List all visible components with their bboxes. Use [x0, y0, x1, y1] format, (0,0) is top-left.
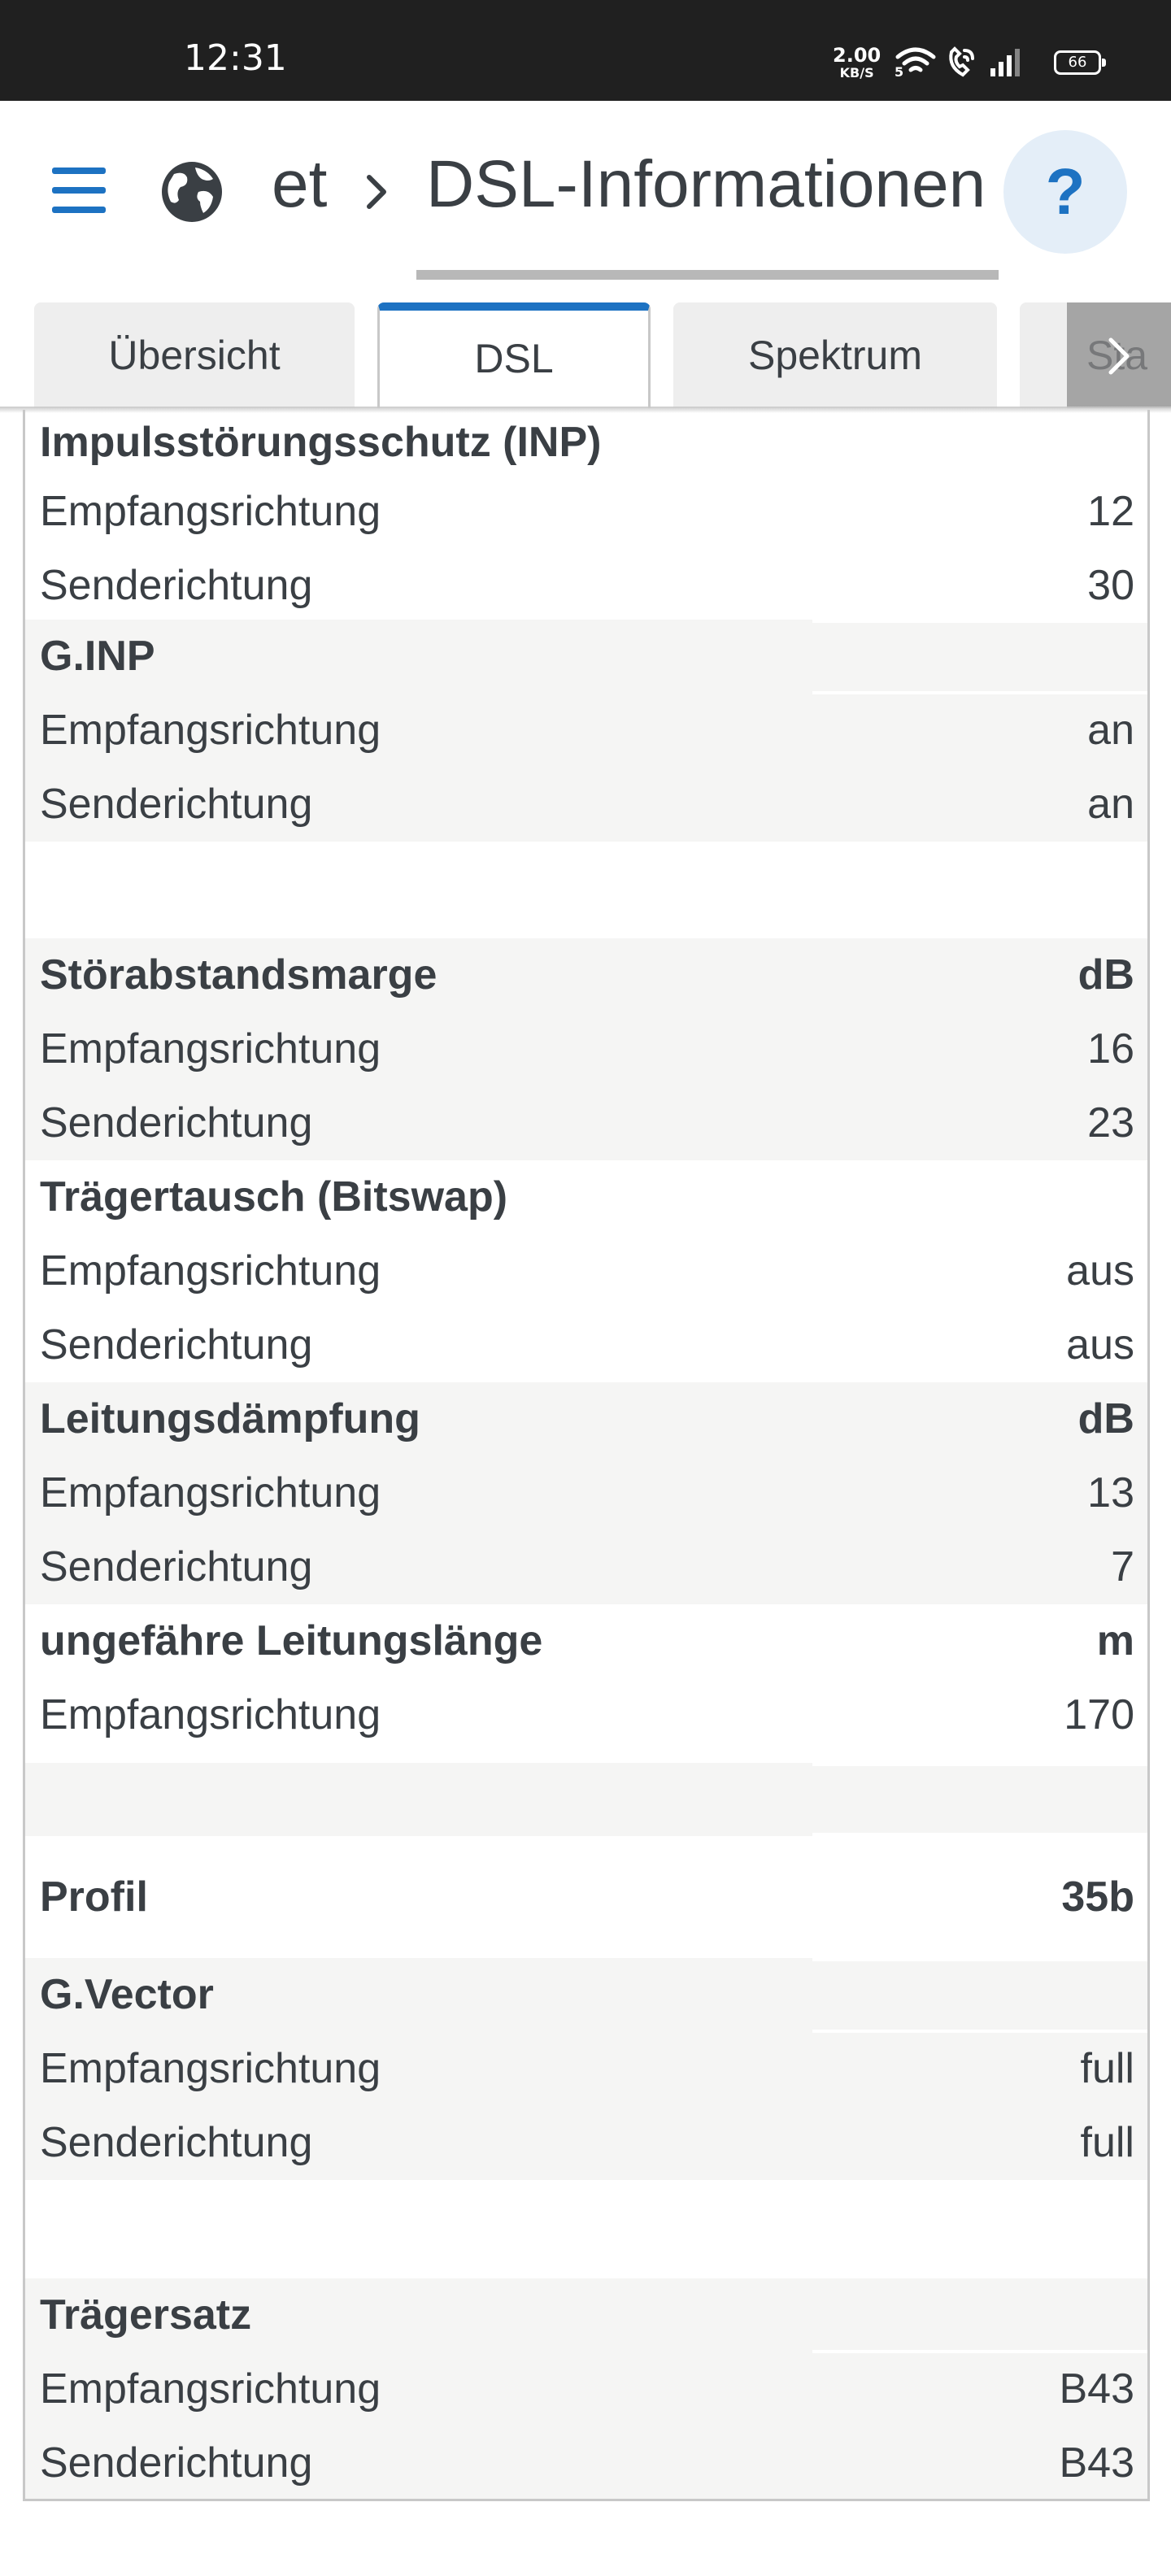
table-row: Senderichtung aus: [25, 1308, 1147, 1382]
wifi-calling-icon: [949, 46, 974, 77]
row-label: Empfangsrichtung: [40, 2045, 381, 2092]
section-title: ungefähre Leitungslänge: [40, 1617, 543, 1664]
table-row: Empfangsrichtung 16: [25, 1012, 1147, 1086]
divider: [812, 1833, 1147, 1836]
section-header-line-length: ungefähre Leitungslänge m: [25, 1604, 1147, 1678]
row-label: Senderichtung: [40, 1543, 313, 1590]
tab-dsl[interactable]: DSL: [377, 302, 651, 408]
tab-scroll-right-button[interactable]: [1067, 302, 1171, 408]
section-title: Trägersatz: [40, 2291, 252, 2339]
dsl-info-table: Impulsstörungsschutz (INP) Empfangsricht…: [23, 410, 1150, 2501]
globe-icon[interactable]: [159, 159, 224, 224]
row-value: B43: [1059, 2365, 1134, 2413]
row-label: Empfangsrichtung: [40, 2365, 381, 2413]
table-row: Senderichtung 23: [25, 1086, 1147, 1160]
signal-icon: [990, 49, 1020, 76]
divider: [812, 2350, 1147, 2353]
row-value: 13: [1087, 1469, 1134, 1516]
section-title: G.Vector: [40, 1971, 214, 2018]
row-label: Empfangsrichtung: [40, 1025, 381, 1073]
row-label: Senderichtung: [40, 2439, 313, 2487]
spacer-row: [25, 1763, 1147, 1836]
row-value: 16: [1087, 1025, 1134, 1073]
row-value: 170: [1064, 1691, 1134, 1738]
row-label: Senderichtung: [40, 1099, 313, 1147]
section-title: G.INP: [40, 633, 155, 680]
table-row: Empfangsrichtung 170: [25, 1678, 1147, 1752]
page-title: DSL-Informationen: [426, 147, 986, 221]
status-bar: 12:31 2.00 KB/S 5 66: [0, 0, 1171, 101]
table-row: Senderichtung full: [25, 2106, 1147, 2180]
section-header-profile: Profil 35b: [25, 1860, 1147, 1934]
section-header-inp: Impulsstörungsschutz (INP): [25, 410, 1147, 475]
table-row: Senderichtung B43: [25, 2426, 1147, 2499]
divider: [812, 691, 1147, 694]
row-value: 7: [1111, 1543, 1134, 1590]
battery-icon: 66: [1054, 50, 1106, 75]
row-value: 12: [1087, 488, 1134, 535]
network-speed: 2.00 KB/S: [833, 46, 881, 80]
network-speed-value: 2.00: [833, 44, 882, 67]
tab-bar: Übersicht DSL Spektrum Sta: [0, 301, 1171, 410]
section-header-gvector: G.Vector: [25, 1958, 1147, 2032]
breadcrumb-root[interactable]: et: [272, 151, 327, 218]
table-row: Empfangsrichtung full: [25, 2032, 1147, 2106]
network-speed-unit: KB/S: [839, 65, 874, 80]
row-label: Empfangsrichtung: [40, 1691, 381, 1738]
section-unit: dB: [1077, 951, 1134, 999]
section-header-attenuation: Leitungsdämpfung dB: [25, 1382, 1147, 1456]
row-label: Senderichtung: [40, 2119, 313, 2166]
section-header-ginp: G.INP: [25, 620, 1147, 694]
section-title: Impulsstörungsschutz (INP): [40, 419, 602, 466]
row-label: Senderichtung: [40, 781, 313, 828]
section-header-carrier-set: Trägersatz: [25, 2278, 1147, 2352]
row-label: Empfangsrichtung: [40, 707, 381, 754]
divider: [812, 1763, 1147, 1766]
row-label: Senderichtung: [40, 1321, 313, 1368]
row-label: Empfangsrichtung: [40, 1247, 381, 1295]
section-title: Trägertausch (Bitswap): [40, 1173, 508, 1221]
status-time: 12:31: [184, 37, 287, 79]
table-row: Empfangsrichtung 13: [25, 1456, 1147, 1530]
row-value: aus: [1066, 1247, 1134, 1295]
row-value: an: [1087, 707, 1134, 754]
row-label: Empfangsrichtung: [40, 488, 381, 535]
tab-uebersicht[interactable]: Übersicht: [34, 302, 355, 408]
row-value: 23: [1087, 1099, 1134, 1147]
help-button[interactable]: ?: [1003, 130, 1127, 254]
section-title: Störabstandsmarge: [40, 951, 437, 999]
table-row: Senderichtung 7: [25, 1530, 1147, 1604]
table-row: Empfangsrichtung B43: [25, 2352, 1147, 2426]
row-value: aus: [1066, 1321, 1134, 1368]
table-row: Empfangsrichtung 12: [25, 475, 1147, 549]
row-label: Empfangsrichtung: [40, 1469, 381, 1516]
profile-value: 35b: [1061, 1873, 1134, 1921]
table-row: Empfangsrichtung aus: [25, 1234, 1147, 1308]
row-value: an: [1087, 781, 1134, 828]
section-unit: dB: [1077, 1395, 1134, 1442]
tab-spektrum[interactable]: Spektrum: [673, 302, 997, 408]
table-row: Senderichtung an: [25, 768, 1147, 842]
table-row: Empfangsrichtung an: [25, 694, 1147, 768]
row-value: 30: [1087, 562, 1134, 609]
svg-text:5: 5: [895, 64, 903, 80]
chevron-right-icon: [361, 168, 394, 216]
section-header-bitswap: Trägertausch (Bitswap): [25, 1160, 1147, 1234]
row-value: full: [1080, 2045, 1134, 2092]
section-title: Profil: [40, 1873, 148, 1921]
status-icons: 5: [895, 44, 1041, 84]
menu-icon[interactable]: [52, 168, 106, 213]
section-title: Leitungsdämpfung: [40, 1395, 420, 1442]
row-value: full: [1080, 2119, 1134, 2166]
row-label: Senderichtung: [40, 562, 313, 609]
row-value: B43: [1059, 2439, 1134, 2487]
chevron-right-icon: [1108, 337, 1130, 375]
section-unit: m: [1096, 1617, 1134, 1664]
divider: [812, 2030, 1147, 2033]
header-scroll-indicator: [416, 270, 999, 280]
header-shadow: [0, 407, 1171, 413]
section-header-snr: Störabstandsmarge dB: [25, 938, 1147, 1012]
table-row: Senderichtung 30: [25, 549, 1147, 623]
